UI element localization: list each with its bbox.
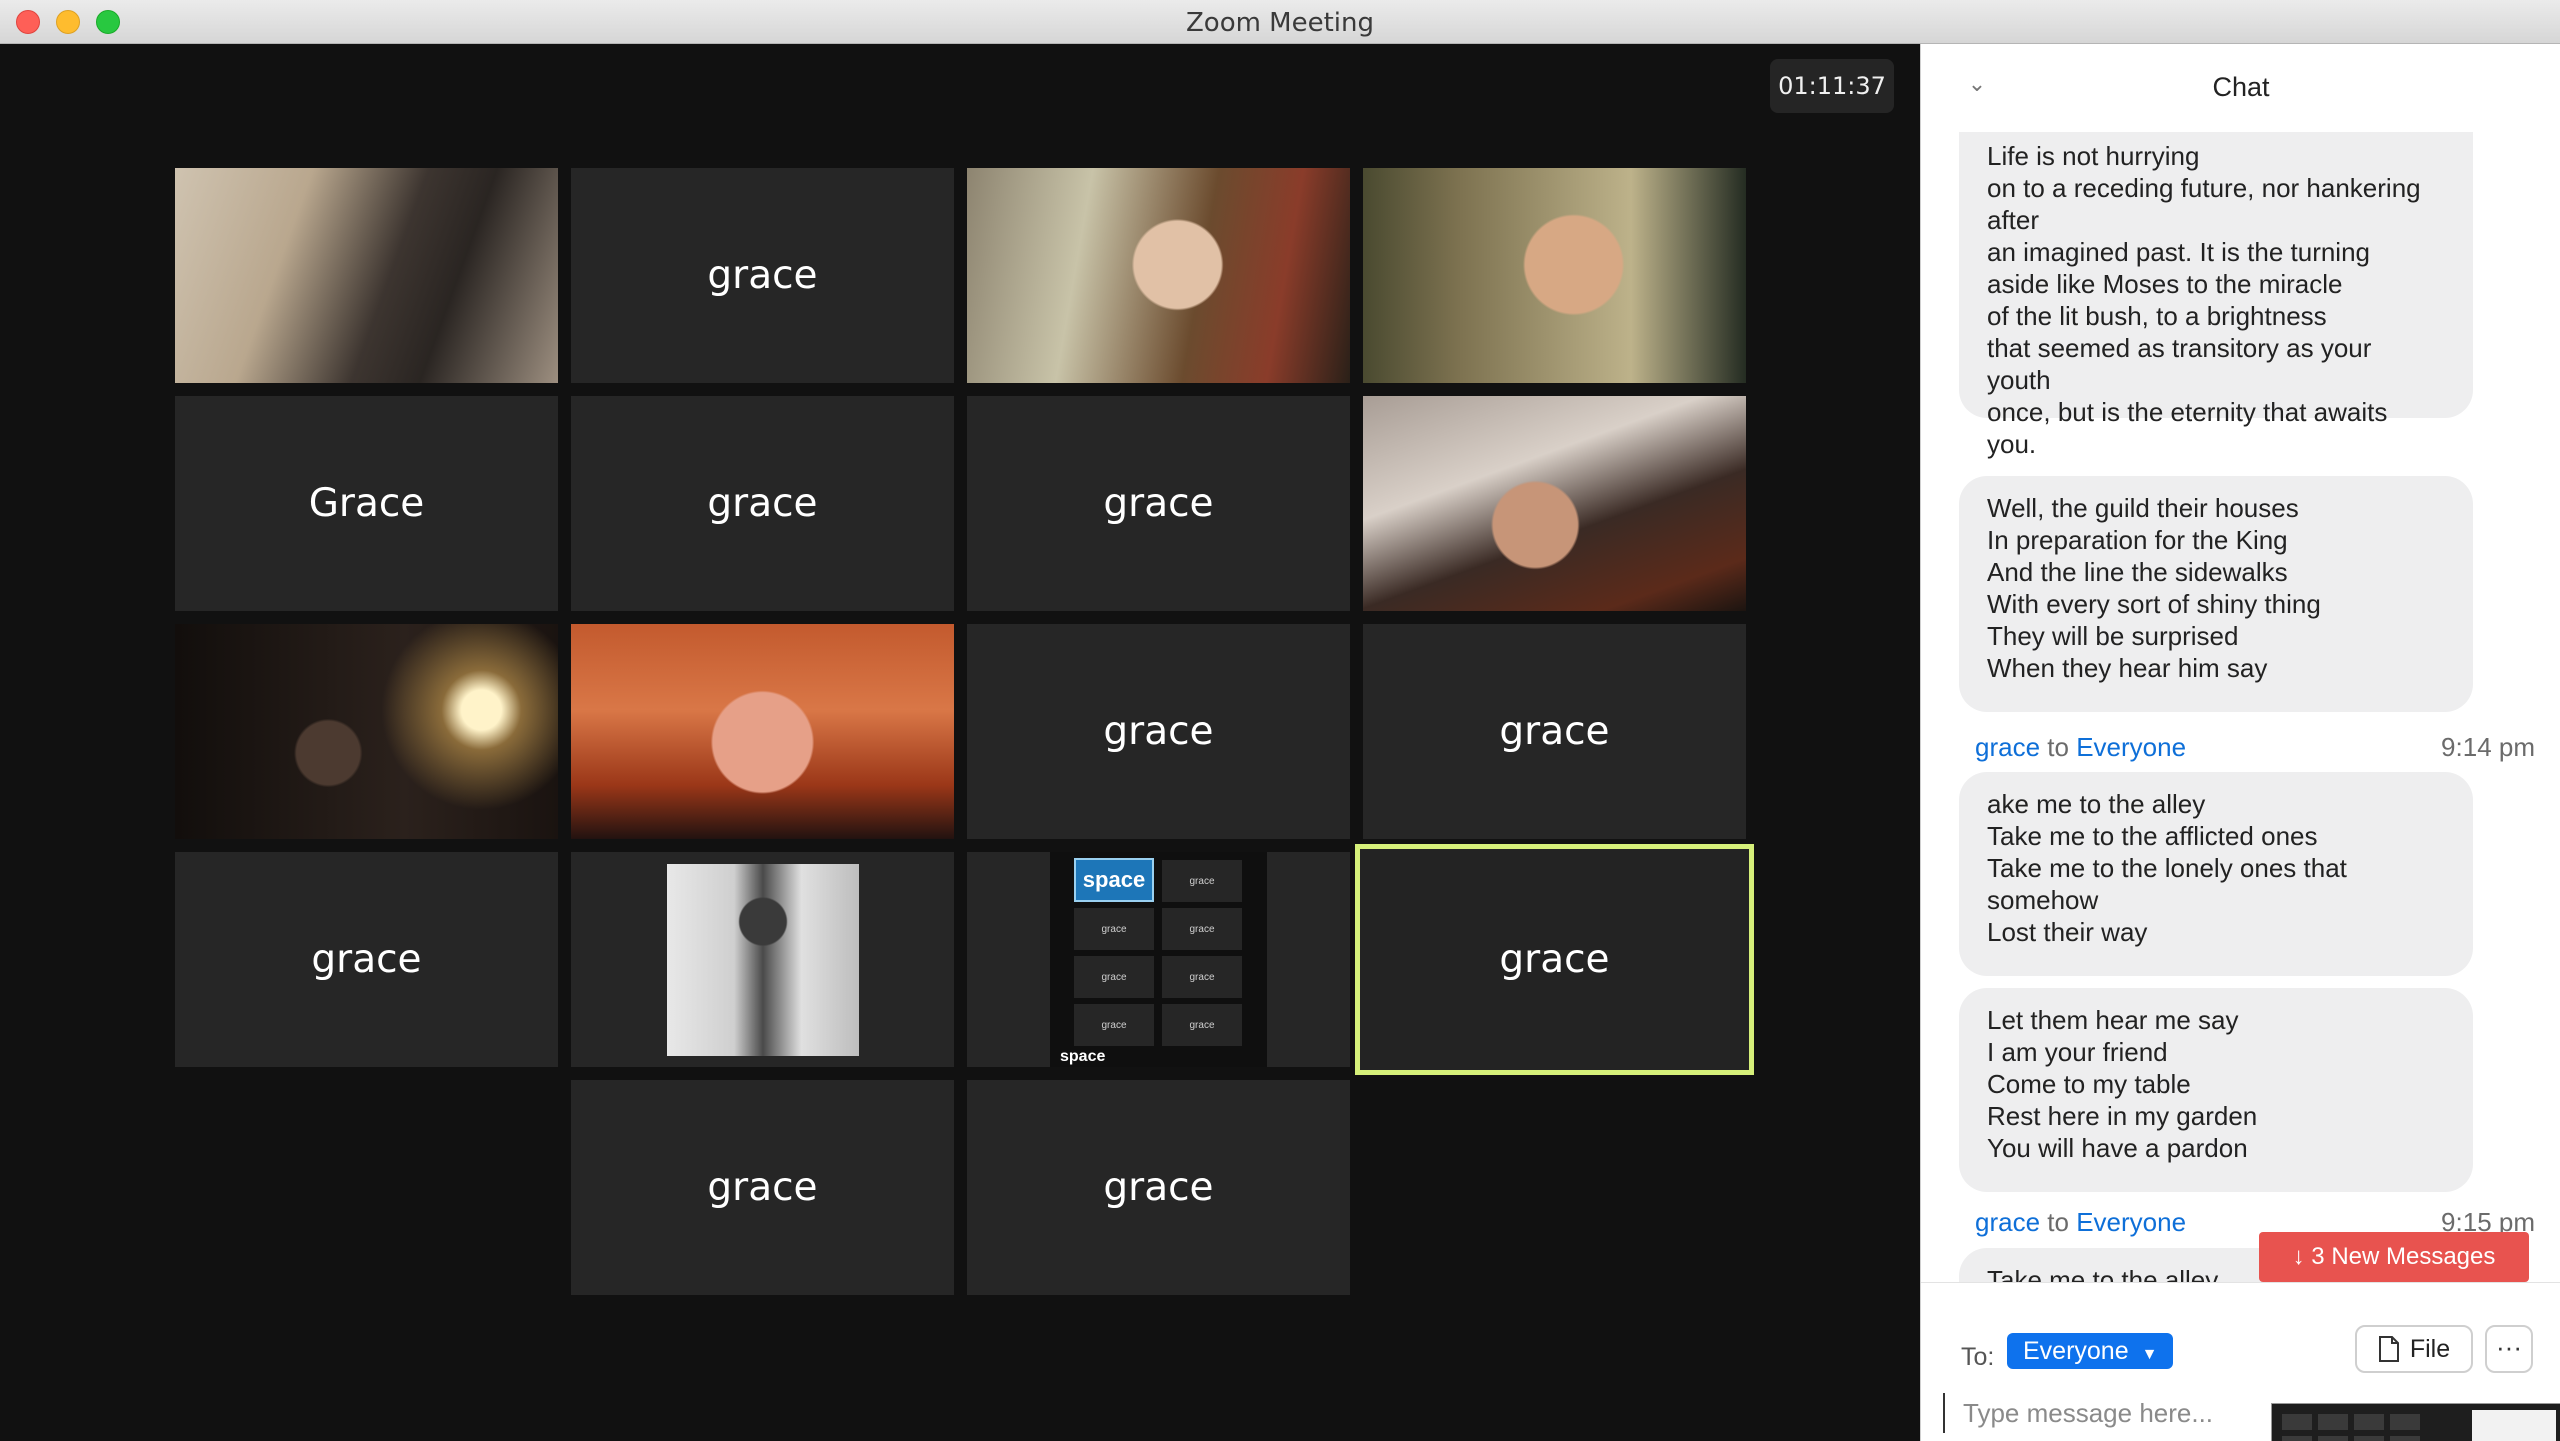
chat-message: Life is not hurrying on to a receding fu… [1959,132,2473,459]
space-logo: space [1074,858,1154,902]
video-tile-8[interactable] [1363,396,1746,611]
thumb-cell: grace [1162,860,1242,902]
new-messages-label: 3 New Messages [2311,1243,2496,1270]
meeting-timer: 01:11:37 [1770,59,1894,113]
screen-share-thumbnail: space grace grace grace grace grace grac… [1050,852,1267,1067]
video-tile-10[interactable] [571,624,954,839]
chat-message: Let them hear me say I am your friend Co… [1959,988,2473,1192]
video-tile-5[interactable]: Grace [175,396,558,611]
thumb-cell: grace [1074,1004,1154,1046]
video-tile-6[interactable]: grace [571,396,954,611]
message-input[interactable] [1943,1393,2323,1433]
participant-name: grace [707,1165,818,1210]
video-tile-9[interactable] [175,624,558,839]
file-button[interactable]: File [2355,1325,2473,1373]
participant-video [175,624,558,839]
video-tile-13[interactable]: grace [175,852,558,1067]
video-tile-17[interactable]: grace [571,1080,954,1295]
video-tile-7[interactable]: grace [967,396,1350,611]
participant-name: grace [1499,937,1610,982]
video-tile-4[interactable] [1363,168,1746,383]
video-tile-18[interactable]: grace [967,1080,1350,1295]
participant-video [967,168,1350,383]
to-word: to [2047,1207,2069,1237]
video-tile-12[interactable]: grace [1363,624,1746,839]
to-word: to [2047,732,2069,762]
recipient-dropdown[interactable]: Everyone ▼ [2007,1333,2174,1369]
sender-name[interactable]: grace [1975,1207,2040,1237]
message-time: 9:14 pm [2441,732,2535,762]
caret-down-icon: ▼ [2141,1346,2158,1363]
window-title: Zoom Meeting [1185,8,1375,38]
new-messages-button[interactable]: ↓ 3 New Messages [2259,1232,2529,1282]
video-tile-16-active-speaker[interactable]: grace [1355,844,1754,1075]
file-button-label: File [2409,1334,2451,1363]
chat-composer: To: Everyone ▼ File ··· [1921,1282,2560,1441]
video-tile-14[interactable] [571,852,954,1067]
thumb-cell: grace [1074,908,1154,950]
participant-name: grace [707,253,818,298]
participant-name: Grace [308,481,425,526]
participant-name: grace [1103,1165,1214,1210]
file-icon [2378,1336,2399,1362]
participant-name: grace [311,937,422,982]
thumb-cell: grace [1074,956,1154,998]
chat-message: Well, the guild their houses In preparat… [1959,476,2473,712]
recipient-value: Everyone [2023,1337,2129,1365]
video-tile-2[interactable]: grace [571,168,954,383]
chat-message-list[interactable]: Life is not hurrying on to a receding fu… [1921,132,2560,1282]
thumb-footer: space [1060,1048,1106,1065]
chat-title: Chat [2212,72,2270,102]
video-gallery: 01:11:37 grace Grace grace grace grace g… [0,44,1920,1441]
video-tile-3[interactable] [967,168,1350,383]
video-tile-15[interactable]: space grace grace grace grace grace grac… [967,852,1350,1067]
arrow-down-icon: ↓ [2292,1243,2305,1270]
recipient-name[interactable]: Everyone [2076,1207,2186,1237]
recipient-name[interactable]: Everyone [2076,732,2186,762]
participant-name: grace [1499,709,1610,754]
message-sender-row: grace to Everyone 9:14 pm [1975,732,2535,766]
to-label: To: [1961,1343,1995,1371]
chat-panel: ⌄ Chat Life is not hurrying on to a rece… [1920,44,2560,1441]
sender-name[interactable]: grace [1975,732,2040,762]
participant-video [1363,168,1746,383]
thumb-cell: grace [1162,1004,1242,1046]
participant-video [175,168,558,383]
chat-header: ⌄ Chat [1921,44,2560,132]
participant-name: grace [1103,481,1214,526]
thumb-cell: grace [1162,908,1242,950]
video-tile-1[interactable] [175,168,558,383]
participant-video [571,624,954,839]
title-bar: Zoom Meeting [0,0,2560,44]
chat-message: ake me to the alley Take me to the affli… [1959,772,2473,976]
more-options-button[interactable]: ··· [2485,1325,2533,1373]
participant-name: grace [707,481,818,526]
participant-video [1363,396,1746,611]
screen-share-preview[interactable] [2271,1403,2560,1441]
video-tile-11[interactable]: grace [967,624,1350,839]
thumb-cell: grace [1162,956,1242,998]
participant-profile-photo [667,864,859,1056]
participant-name: grace [1103,709,1214,754]
